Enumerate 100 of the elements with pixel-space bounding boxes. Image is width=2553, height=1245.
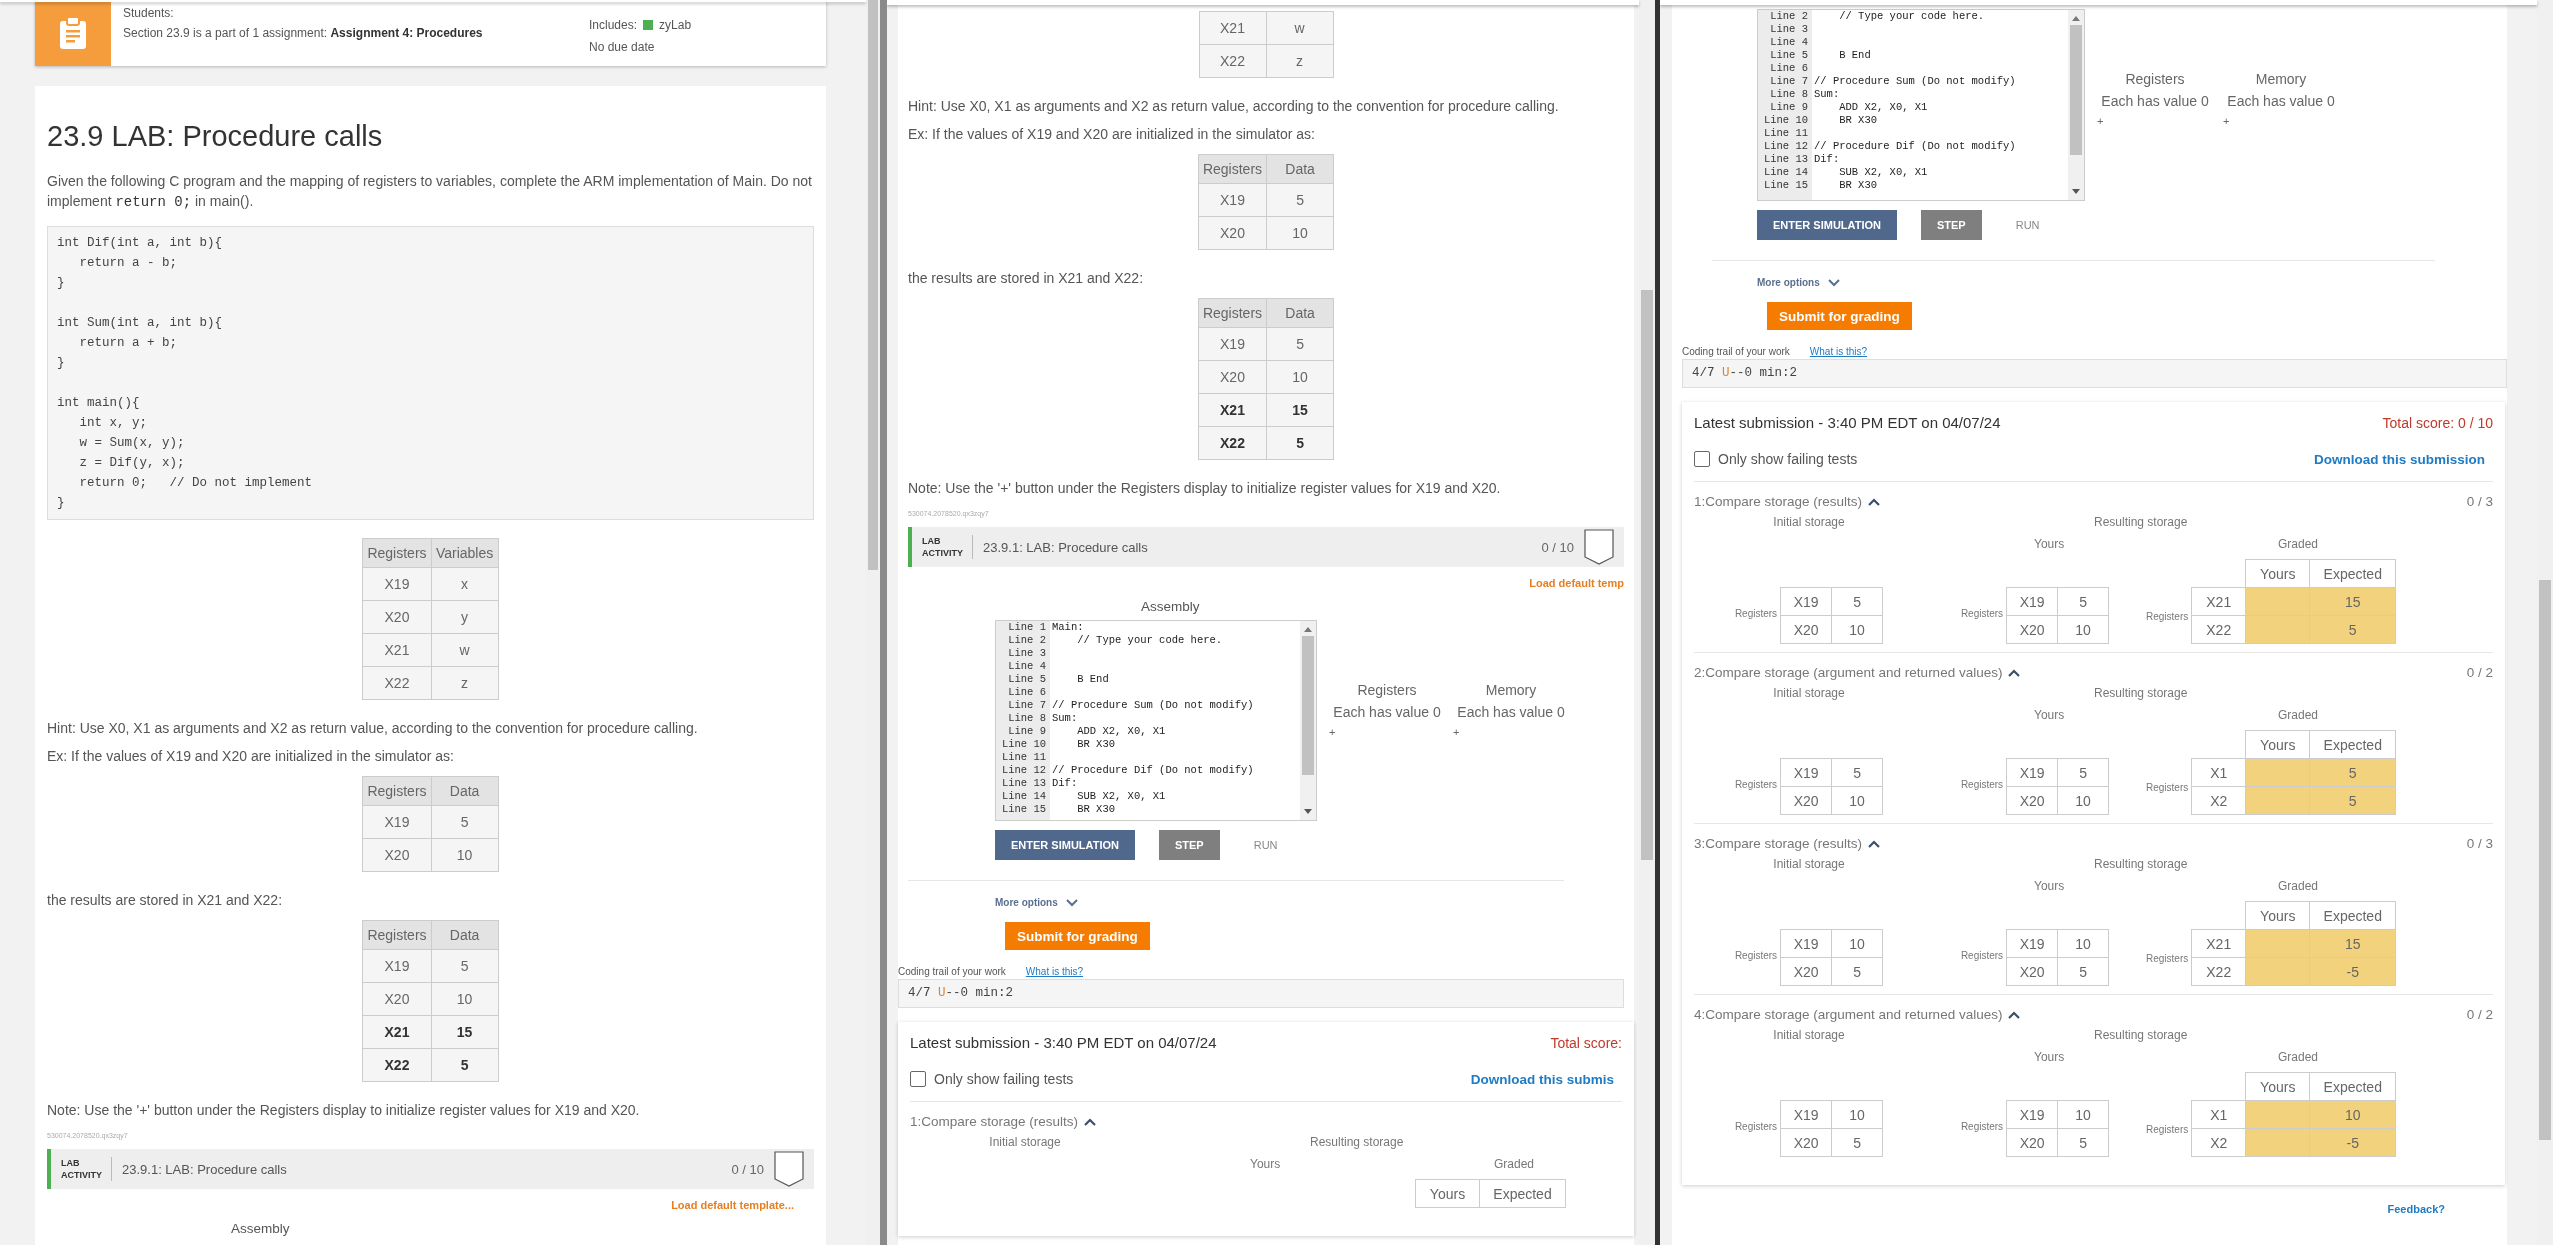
table-cell: 5 [2057, 758, 2109, 787]
test-name[interactable]: 1:Compare storage (results) [1694, 494, 1863, 509]
code-editor[interactable] [1757, 9, 2085, 201]
download-link[interactable]: Download this submis [1470, 1071, 1614, 1087]
test-name[interactable]: 4:Compare storage (argument and returned values) [1694, 1007, 2003, 1022]
table-cell: 10 [2057, 1100, 2109, 1129]
table-header: Yours [2245, 559, 2310, 588]
table-cell: X19 [362, 805, 432, 839]
panel-status: Each has value 0 [1333, 704, 1441, 720]
checkbox[interactable] [910, 1071, 926, 1087]
submit-button[interactable]: Submit for grading [1767, 302, 1912, 330]
add-button[interactable]: + [1453, 726, 1460, 738]
more-options-toggle[interactable]: More options [995, 897, 1058, 908]
run-button[interactable]: RUN [1243, 830, 1288, 860]
scroll-up-icon[interactable] [2071, 14, 2081, 22]
line-number: Line 13 [1762, 153, 1809, 166]
table-cell: -5 [2309, 1128, 2396, 1157]
chevron-up-icon[interactable] [1084, 1117, 1097, 1126]
table-cell: 5 [1266, 183, 1334, 217]
chevron-down-icon[interactable] [1065, 898, 1078, 907]
paragraph: Ex: If the values of X19 and X20 are initialized in the simulator as: [47, 747, 455, 766]
enter-simulation-button[interactable]: ENTER SIMULATION [1757, 210, 1897, 240]
load-template-link[interactable]: Load default temp [1529, 577, 1624, 589]
table-cell: 10 [2057, 786, 2109, 815]
graded-label: Graded [2278, 708, 2319, 722]
code-line: // Type your code here. [1076, 634, 1223, 647]
code-line: Sum: [1051, 712, 1078, 725]
load-template-link[interactable]: Load default template... [671, 1199, 794, 1211]
table-cell: X1 [2191, 758, 2246, 787]
table-cell: X22 [362, 666, 432, 700]
feedback-link[interactable]: Feedback? [2387, 1203, 2445, 1215]
initial-storage-label: Initial storage [1772, 857, 1846, 871]
editor-scrollbar[interactable] [2068, 10, 2084, 200]
line-number: Line 6 [1007, 686, 1047, 699]
table-cell: X21 [1198, 393, 1267, 427]
registers-label: Registers [2146, 1124, 2189, 1135]
checkbox-label[interactable]: Only show failing tests [1718, 451, 1858, 467]
code-line: BR X30 [1838, 114, 1877, 127]
code-line: Dif: [1051, 777, 1078, 790]
table-cell: X2 [2191, 1128, 2246, 1157]
table-cell: X19 [362, 949, 432, 983]
test-name[interactable]: 2:Compare storage (argument and returned values) [1694, 665, 2003, 680]
add-button[interactable]: + [2223, 115, 2230, 127]
lab-activity-label: LAB ACTIVITY [61, 1157, 112, 1181]
panel-title: Registers [1357, 682, 1417, 698]
scroll-down-icon[interactable] [2071, 188, 2081, 196]
yours-label: Yours [2034, 879, 2065, 893]
table-cell: X21 [362, 1015, 432, 1049]
chevron-up-icon[interactable] [1868, 839, 1881, 848]
download-link[interactable]: Download this submission [2314, 451, 2485, 467]
chevron-down-icon[interactable] [1827, 278, 1840, 287]
table-cell: X20 [2006, 786, 2058, 815]
table-header: Yours [2245, 901, 2310, 930]
chevron-up-icon[interactable] [2008, 668, 2021, 677]
more-options-toggle[interactable]: More options [1757, 277, 1820, 288]
line-number: Line 9 [1769, 101, 1809, 114]
table-cell: X20 [1780, 786, 1832, 815]
run-button[interactable]: RUN [2005, 210, 2050, 240]
initial-storage-label: Initial storage [1772, 686, 1846, 700]
add-button[interactable]: + [2097, 115, 2104, 127]
code-line: BR X30 [1838, 179, 1877, 192]
table-header: Registers [362, 920, 432, 950]
submission-title: Latest submission - 3:40 PM EDT on 04/07/24 [1694, 414, 2001, 431]
what-is-this-link[interactable]: What is this? [1809, 346, 1868, 357]
initial-storage-label: Initial storage [1772, 515, 1846, 529]
test-name[interactable]: 1:Compare storage (results) [910, 1114, 1079, 1129]
paragraph: the results are stored in X21 and X22: [908, 269, 1145, 288]
table-cell: 5 [1831, 1128, 1883, 1157]
line-number: Line 14 [1762, 166, 1809, 179]
what-is-this-link[interactable]: What is this? [1025, 966, 1084, 977]
code-line: // Procedure Dif (Do not modify) [1813, 140, 2016, 153]
editor-scrollbar[interactable] [1300, 621, 1316, 820]
chevron-up-icon[interactable] [1868, 497, 1881, 506]
section-title: 23.9 LAB: Procedure calls [47, 120, 384, 153]
line-number: Line 2 [1007, 634, 1047, 647]
step-button[interactable]: STEP [1158, 830, 1220, 860]
code-editor[interactable] [995, 620, 1317, 821]
step-button[interactable]: STEP [1920, 210, 1982, 240]
table-cell: X21 [362, 633, 432, 667]
table-cell: 5 [2057, 957, 2109, 986]
paragraph: Note: Use the '+' button under the Registers display to initialize register values for X19 and X20. [47, 1101, 641, 1120]
paragraph: Ex: If the values of X19 and X20 are initialized in the simulator as: [908, 125, 1316, 144]
scroll-up-icon[interactable] [1303, 625, 1313, 633]
table-header: Expected [1479, 1179, 1566, 1208]
table-cell: 5 [2057, 1128, 2109, 1157]
table-cell: X22 [362, 1048, 432, 1082]
submit-button[interactable]: Submit for grading [1005, 922, 1150, 950]
scroll-down-icon[interactable] [1303, 808, 1313, 816]
table-cell: 5 [1266, 327, 1334, 361]
test-score: 0 / 2 [2466, 665, 2493, 680]
test-name[interactable]: 3:Compare storage (results) [1694, 836, 1863, 851]
panel-title: Memory [2255, 71, 2307, 87]
resulting-storage-label: Resulting storage [1310, 1135, 1404, 1149]
checkbox-label[interactable]: Only show failing tests [934, 1071, 1074, 1087]
lab-score: 0 / 10 [731, 1161, 764, 1177]
table-cell: X19 [1780, 929, 1832, 958]
add-button[interactable]: + [1329, 726, 1336, 738]
chevron-up-icon[interactable] [2008, 1010, 2021, 1019]
enter-simulation-button[interactable]: ENTER SIMULATION [995, 830, 1135, 860]
checkbox[interactable] [1694, 451, 1710, 467]
